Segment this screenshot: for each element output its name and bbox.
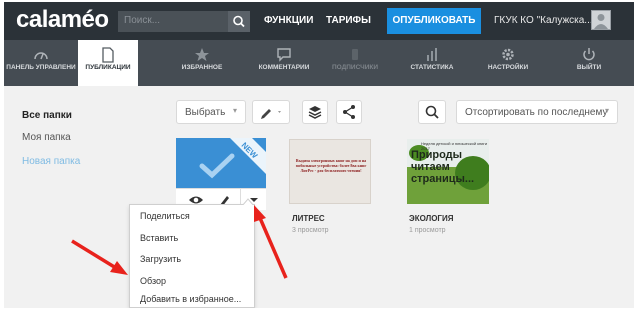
- red-arrow-icon: [254, 205, 288, 279]
- annotation-arrows: [71, 205, 288, 279]
- red-arrow-icon: [71, 239, 128, 275]
